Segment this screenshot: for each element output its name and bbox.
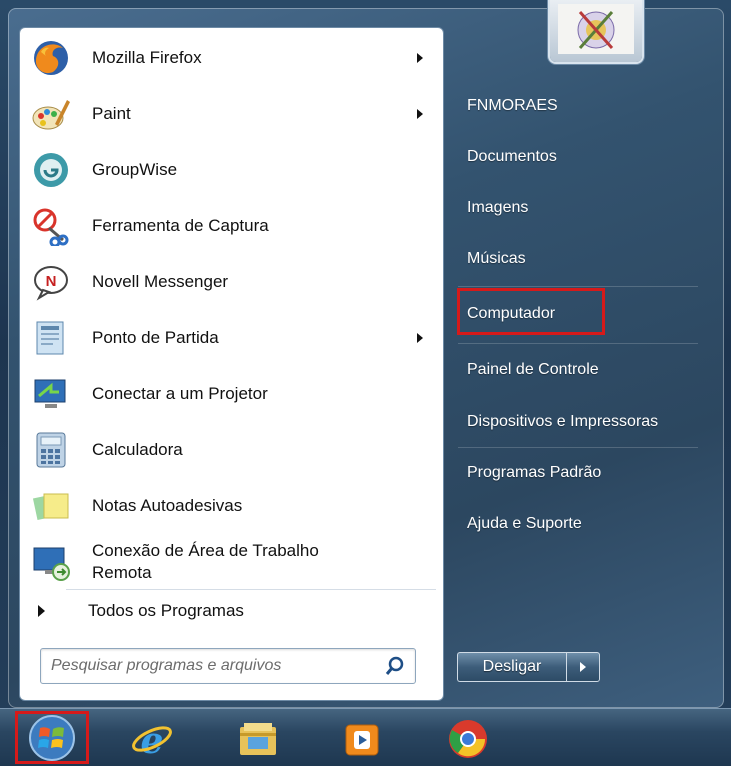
calculator-icon bbox=[30, 429, 72, 471]
media-player-icon[interactable] bbox=[340, 717, 384, 761]
right-item-music[interactable]: Músicas bbox=[467, 247, 526, 271]
right-item-help-support[interactable]: Ajuda e Suporte bbox=[467, 512, 582, 536]
paint-icon bbox=[30, 93, 72, 135]
right-item-devices-printers[interactable]: Dispositivos e Impressoras bbox=[467, 410, 658, 434]
program-item-groupwise[interactable]: GroupWise bbox=[20, 144, 443, 196]
svg-text:e: e bbox=[141, 720, 164, 761]
right-item-documents[interactable]: Documentos bbox=[467, 145, 557, 169]
program-label-line1: Conexão de Área de Trabalho bbox=[92, 541, 319, 560]
program-label: Ferramenta de Captura bbox=[92, 216, 269, 235]
separator bbox=[458, 447, 698, 448]
program-label: Ponto de Partida bbox=[92, 328, 219, 347]
all-programs-label: Todos os Programas bbox=[88, 601, 244, 620]
search-box[interactable] bbox=[40, 648, 416, 684]
program-label: Conectar a um Projetor bbox=[92, 384, 268, 403]
search-icon[interactable] bbox=[385, 656, 405, 676]
programs-panel: Mozilla Firefox Paint GroupWise Ferramen… bbox=[20, 28, 443, 700]
getting-started-icon bbox=[30, 317, 72, 359]
program-label: Notas Autoadesivas bbox=[92, 496, 243, 515]
right-item-control-panel[interactable]: Painel de Controle bbox=[467, 358, 599, 382]
start-orb-icon[interactable] bbox=[28, 714, 76, 762]
separator bbox=[66, 589, 436, 590]
user-picture[interactable] bbox=[550, 0, 642, 62]
separator bbox=[458, 343, 698, 344]
shutdown-button[interactable]: Desligar bbox=[457, 652, 566, 682]
submenu-arrow-icon[interactable] bbox=[417, 333, 423, 343]
shutdown-options-button[interactable] bbox=[566, 652, 600, 682]
sticky-notes-icon bbox=[30, 485, 72, 527]
groupwise-icon bbox=[30, 149, 72, 191]
program-label-line2: Remota bbox=[92, 563, 152, 582]
program-item-calculator[interactable]: Calculadora bbox=[20, 424, 443, 476]
novell-messenger-icon: N bbox=[30, 261, 72, 303]
program-item-sticky-notes[interactable]: Notas Autoadesivas bbox=[20, 480, 443, 532]
program-item-novell-messenger[interactable]: N Novell Messenger bbox=[20, 256, 443, 308]
program-item-firefox[interactable]: Mozilla Firefox bbox=[20, 32, 443, 84]
right-item-pictures[interactable]: Imagens bbox=[467, 196, 528, 220]
program-item-getting-started[interactable]: Ponto de Partida bbox=[20, 312, 443, 364]
program-label: GroupWise bbox=[92, 160, 178, 179]
svg-text:N: N bbox=[46, 273, 57, 290]
program-label: Mozilla Firefox bbox=[92, 48, 202, 67]
program-label: Calculadora bbox=[92, 440, 183, 459]
program-label: Paint bbox=[92, 104, 131, 123]
program-item-paint[interactable]: Paint bbox=[20, 88, 443, 140]
program-label: Novell Messenger bbox=[92, 272, 229, 291]
search-input[interactable] bbox=[49, 654, 373, 678]
internet-explorer-icon[interactable]: e bbox=[130, 717, 174, 761]
separator bbox=[458, 286, 698, 287]
projector-icon bbox=[30, 373, 72, 415]
taskbar: e bbox=[0, 708, 731, 766]
expand-arrow-icon bbox=[38, 605, 45, 617]
remote-desktop-icon bbox=[30, 541, 72, 583]
program-item-remote-desktop[interactable]: Conexão de Área de Trabalho Remota bbox=[20, 536, 443, 588]
file-explorer-icon[interactable] bbox=[236, 717, 280, 761]
chevron-right-icon bbox=[580, 662, 586, 672]
program-item-snipping-tool[interactable]: Ferramenta de Captura bbox=[20, 200, 443, 252]
shutdown-group: Desligar bbox=[457, 652, 600, 682]
right-item-user[interactable]: FNMORAES bbox=[467, 94, 558, 118]
chrome-icon[interactable] bbox=[446, 717, 490, 761]
submenu-arrow-icon[interactable] bbox=[417, 53, 423, 63]
right-item-default-programs[interactable]: Programas Padrão bbox=[467, 461, 601, 485]
snipping-tool-icon bbox=[30, 205, 72, 247]
highlight-box-computer bbox=[457, 288, 605, 335]
program-item-connect-projector[interactable]: Conectar a um Projetor bbox=[20, 368, 443, 420]
all-programs-button[interactable]: Todos os Programas bbox=[20, 596, 443, 628]
firefox-icon bbox=[30, 37, 72, 79]
submenu-arrow-icon[interactable] bbox=[417, 109, 423, 119]
